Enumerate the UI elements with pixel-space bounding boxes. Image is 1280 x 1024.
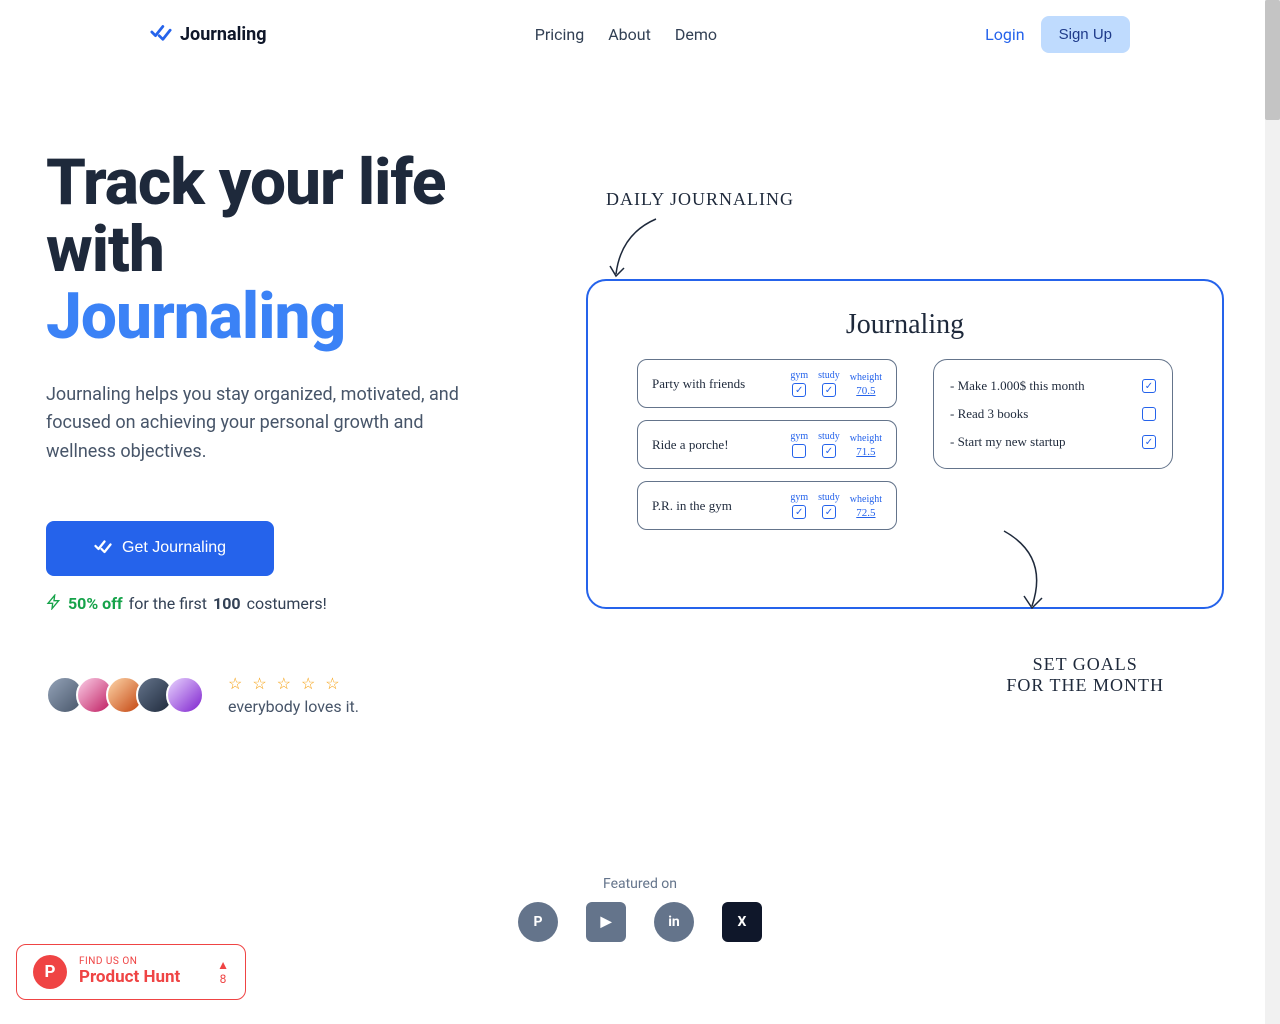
- avatar-stack: [46, 676, 204, 714]
- main-nav: Pricing About Demo: [535, 25, 717, 44]
- hero-illustration: DAILY JOURNALING Journaling Party with f…: [546, 149, 1234, 716]
- hero-subtitle: Journaling helps you stay organized, mot…: [46, 381, 466, 467]
- journal-entry: Ride a porche!gymstudy✓wheight71.5: [637, 420, 897, 469]
- avatar: [166, 676, 204, 714]
- logo-text: Journaling: [180, 24, 267, 45]
- rating-caption: everybody loves it.: [228, 697, 359, 716]
- hero-title-line1: Track your life: [46, 145, 445, 220]
- nav-pricing[interactable]: Pricing: [535, 25, 585, 44]
- youtube-icon[interactable]: ▶: [586, 902, 626, 942]
- ph-big: Product Hunt: [79, 968, 180, 988]
- annotation-daily-journaling: DAILY JOURNALING: [606, 189, 794, 210]
- journal-entry: Party with friendsgym✓study✓wheight70.5: [637, 359, 897, 408]
- check-double-icon: [94, 537, 112, 560]
- goal-text: - Read 3 books: [950, 406, 1028, 422]
- triangle-up-icon: ▲: [217, 958, 229, 972]
- goal-item: - Start my new startup✓: [950, 434, 1156, 450]
- ph-vote: ▲ 8: [217, 958, 229, 986]
- rating: ☆ ☆ ☆ ☆ ☆ everybody loves it.: [228, 674, 359, 716]
- scrollbar[interactable]: [1265, 0, 1280, 1024]
- discount-percent: 50% off: [68, 594, 123, 613]
- goal-text: - Start my new startup: [950, 434, 1066, 450]
- nav-demo[interactable]: Demo: [675, 25, 717, 44]
- nav-about[interactable]: About: [608, 25, 651, 44]
- discount-end: costumers!: [247, 594, 327, 613]
- check-double-icon: [150, 21, 172, 48]
- hero: Track your life with Journaling Journali…: [0, 69, 1280, 756]
- journal-entries: Party with friendsgym✓study✓wheight70.5 R…: [637, 359, 897, 530]
- hero-title-line2: with: [46, 212, 164, 287]
- ph-text: FIND US ON Product Hunt: [79, 956, 180, 987]
- entry-text: P.R. in the gym: [652, 498, 732, 514]
- header: Journaling Pricing About Demo Login Sign…: [0, 0, 1280, 69]
- hero-title-brand: Journaling: [46, 279, 345, 354]
- journal-entry: P.R. in the gymgym✓study✓wheight72.5: [637, 481, 897, 530]
- discount-number: 100: [213, 594, 241, 613]
- star-rating: ☆ ☆ ☆ ☆ ☆: [228, 674, 359, 693]
- producthunt-icon[interactable]: P: [518, 902, 558, 942]
- social-proof: ☆ ☆ ☆ ☆ ☆ everybody loves it.: [46, 674, 486, 716]
- signup-button[interactable]: Sign Up: [1041, 16, 1130, 53]
- goal-item: - Make 1.000$ this month✓: [950, 378, 1156, 394]
- bolt-icon: [46, 594, 62, 614]
- discount-line: 50% off for the first 100 costumers!: [46, 594, 486, 614]
- login-link[interactable]: Login: [985, 25, 1024, 44]
- goals-card: - Make 1.000$ this month✓ - Read 3 books -…: [933, 359, 1173, 469]
- auth-actions: Login Sign Up: [985, 16, 1130, 53]
- annotation-set-goals: SET GOALS FOR THE MONTH: [1006, 654, 1164, 696]
- arrow-icon: [994, 526, 1064, 616]
- goal-item: - Read 3 books: [950, 406, 1156, 422]
- x-icon[interactable]: X: [722, 902, 762, 942]
- get-journaling-button[interactable]: Get Journaling: [46, 521, 274, 576]
- illustration-box: Journaling Party with friendsgym✓study✓w…: [586, 279, 1224, 609]
- cta-label: Get Journaling: [122, 539, 226, 557]
- ph-vote-count: 8: [220, 972, 227, 986]
- featured-label: Featured on: [0, 876, 1280, 892]
- linkedin-icon[interactable]: in: [654, 902, 694, 942]
- logo[interactable]: Journaling: [150, 21, 267, 48]
- hero-title: Track your life with Journaling: [46, 149, 486, 351]
- featured-on: Featured on P ▶ in X: [0, 876, 1280, 942]
- producthunt-logo-icon: P: [33, 955, 67, 989]
- hero-copy: Track your life with Journaling Journali…: [46, 149, 486, 716]
- arrow-icon: [606, 214, 676, 284]
- entry-text: Party with friends: [652, 376, 745, 392]
- discount-mid: for the first: [129, 594, 207, 613]
- entry-text: Ride a porche!: [652, 437, 729, 453]
- product-hunt-badge[interactable]: P FIND US ON Product Hunt ▲ 8: [16, 944, 246, 1000]
- illustration-title: Journaling: [616, 309, 1194, 341]
- goal-text: - Make 1.000$ this month: [950, 378, 1085, 394]
